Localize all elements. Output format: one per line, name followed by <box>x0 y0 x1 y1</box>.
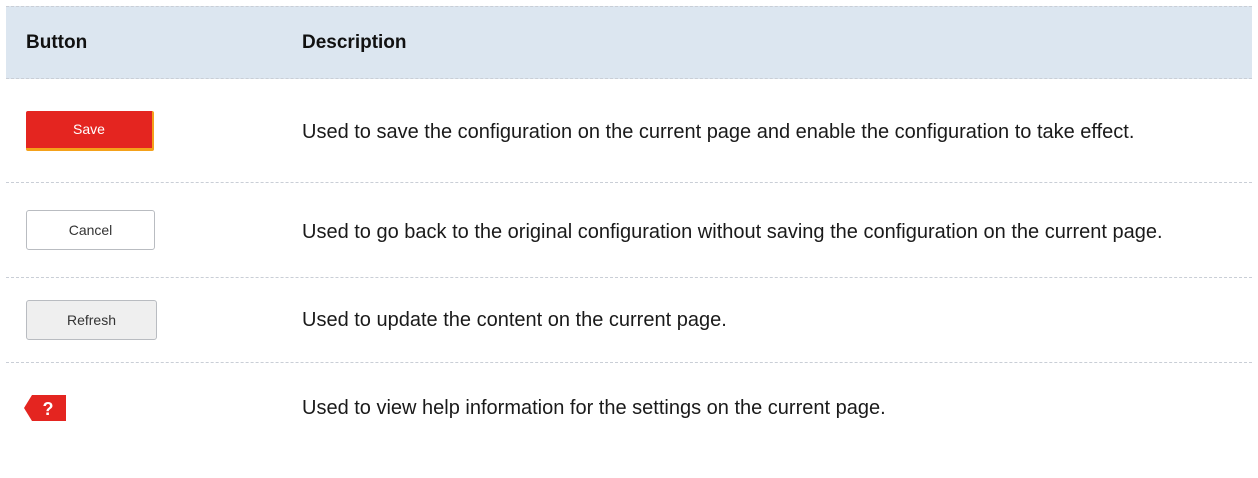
table-cell-button: Save <box>6 110 302 151</box>
cancel-button[interactable]: Cancel <box>26 210 155 250</box>
table-row: Cancel Used to go back to the original c… <box>6 183 1252 278</box>
help-icon-glyph: ? <box>43 399 54 419</box>
column-header-description: Description <box>302 32 407 53</box>
table-cell-description: Used to save the configuration on the cu… <box>302 121 1135 143</box>
table-cell-button: Refresh <box>6 300 302 340</box>
button-description-table: Button Description Save Used to save the… <box>6 6 1252 453</box>
column-header-description-cell: Description <box>302 28 1252 57</box>
table-cell-button: Cancel <box>6 210 302 250</box>
table-row: ? Used to view help information for the … <box>6 363 1252 453</box>
table-cell-description: Used to update the content on the curren… <box>302 308 727 331</box>
save-button[interactable]: Save <box>26 110 154 151</box>
column-header-button: Button <box>26 31 88 53</box>
table-header-row: Button Description <box>6 6 1252 79</box>
table-cell-description: Used to go back to the original configur… <box>302 220 1163 243</box>
help-icon[interactable]: ? <box>24 395 66 421</box>
table-row: Save Used to save the configuration on t… <box>6 79 1252 183</box>
refresh-button[interactable]: Refresh <box>26 300 157 340</box>
table-cell-description: Used to view help information for the se… <box>302 396 886 419</box>
table-row: Refresh Used to update the content on th… <box>6 278 1252 363</box>
table-cell-button: ? <box>6 395 302 421</box>
column-header-button-cell: Button <box>6 32 302 54</box>
